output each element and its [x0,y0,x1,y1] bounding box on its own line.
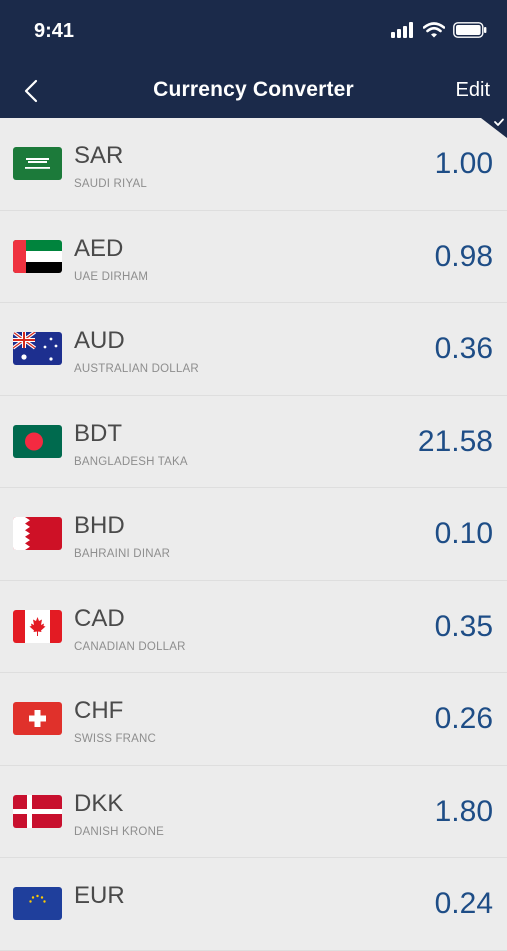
currency-code: SAR [74,142,124,169]
currency-value: 0.98 [434,239,493,273]
currency-value: 0.35 [434,609,493,643]
currency-name: BANGLADESH TAKA [74,455,188,468]
australia-flag-icon [13,332,62,365]
signal-icon [391,22,415,43]
currency-row-aud[interactable]: AUD AUSTRALIAN DOLLAR 0.36 [0,303,507,396]
currency-value: 1.80 [434,794,493,828]
currency-name: SAUDI RIYAL [74,178,147,190]
currency-value: 0.36 [434,332,493,365]
currency-code: BHD [74,512,125,539]
currency-row-chf[interactable]: CHF SWISS FRANC 0.26 [0,673,507,766]
wifi-icon [422,22,446,43]
currency-row-sar[interactable]: SAR SAUDI RIYAL 1.00 [0,118,507,211]
currency-code: DKK [74,789,124,817]
bangladesh-flag-icon [13,424,62,458]
currency-value: 0.10 [434,517,493,550]
bahrain-flag-icon [13,517,62,550]
currency-name: AUSTRALIAN DOLLAR [74,363,199,375]
currency-code: CAD [74,604,125,632]
saudi-arabia-flag-icon [13,147,62,180]
page-title: Currency Converter [153,78,354,101]
currency-name: CANADIAN DOLLAR [74,640,186,653]
battery-icon [453,22,487,43]
currency-name: UAE DIRHAM [74,270,149,283]
currency-name: DANISH KRONE [74,825,164,838]
canada-flag-icon [13,609,62,643]
currency-code: BDT [74,419,122,447]
currency-list: SAR SAUDI RIYAL 1.00 AED UAE DIRHAM 0.98 [0,118,507,951]
currency-value: 0.26 [434,702,493,735]
currency-row-dkk[interactable]: DKK DANISH KRONE 1.80 [0,766,507,858]
currency-row-aed[interactable]: AED UAE DIRHAM 0.98 [0,211,507,303]
eu-flag-icon [13,887,62,920]
edit-button[interactable]: Edit [456,79,490,102]
switzerland-flag-icon [13,702,62,735]
currency-code: EUR [74,882,125,909]
currency-name: BAHRAINI DINAR [74,548,171,560]
currency-row-bdt[interactable]: BDT BANGLADESH TAKA 21.58 [0,396,507,488]
denmark-flag-icon [13,794,62,828]
currency-row-bhd[interactable]: BHD BAHRAINI DINAR 0.10 [0,488,507,581]
currency-name: SWISS FRANC [74,733,157,745]
currency-code: CHF [74,697,124,724]
app-header: 9:41 Currency Converter Edit [0,0,507,118]
status-time: 9:41 [34,20,75,42]
uae-flag-icon [13,239,62,273]
status-icons [391,22,487,43]
currency-value: 21.58 [417,424,493,458]
currency-value: 1.00 [434,147,493,180]
currency-row-cad[interactable]: CAD CANADIAN DOLLAR 0.35 [0,581,507,673]
currency-code: AUD [74,327,125,354]
currency-code: AED [74,234,124,262]
currency-row-eur[interactable]: EUR 0.24 [0,858,507,951]
currency-value: 0.24 [434,887,493,920]
